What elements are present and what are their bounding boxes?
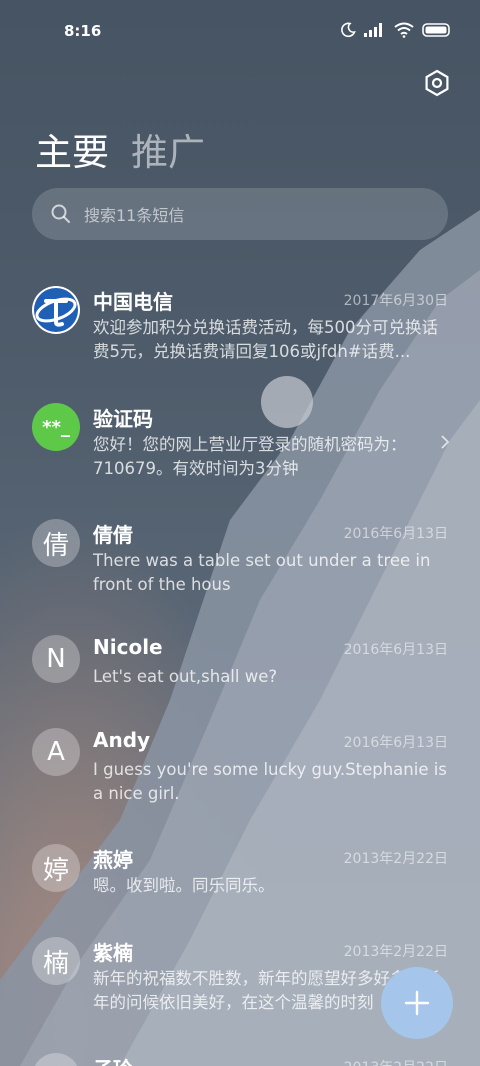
message-date: 2016年6月13日 (343, 526, 448, 542)
tab-main[interactable]: 主要 (35, 122, 109, 176)
conversation-item[interactable]: **_ 验证码 您好！您的网上营业厅登录的随机密码为：710679。有效时间为3… (0, 403, 480, 493)
china-telecom-logo-icon (32, 286, 80, 334)
message-preview: There was a table set out under a tree i… (93, 551, 431, 594)
contact-avatar: 倩 (32, 519, 80, 567)
status-icons (340, 22, 452, 38)
contact-name: 验证码 (93, 407, 153, 431)
contact-avatar: 玲 (32, 1053, 80, 1066)
plus-icon (404, 990, 430, 1016)
message-date: 2013年2月22日 (343, 944, 448, 960)
contact-avatar: 婷 (32, 844, 80, 892)
tab-promotions[interactable]: 推广 (131, 122, 205, 176)
category-tabs: 主要 推广 (35, 122, 205, 176)
message-date: 2016年6月13日 (343, 735, 448, 751)
contact-name: 燕婷 (93, 848, 133, 872)
battery-icon (422, 23, 450, 37)
contact-name: Nicole (93, 635, 163, 659)
do-not-disturb-moon-icon (341, 22, 356, 38)
message-preview: 欢迎参加积分兑换话费活动，每500分可兑换话费5元，兑换话费请回复106或jfd… (93, 318, 438, 361)
message-date: 2017年6月30日 (343, 293, 448, 309)
contact-name: 子玲 (93, 1053, 133, 1066)
contact-avatar: N (32, 635, 80, 683)
conversation-item[interactable]: 玲 子玲 2013年2月22日 (0, 1053, 480, 1066)
conversation-item[interactable]: N Nicole 2016年6月13日 Let's eat out,shall … (0, 635, 480, 705)
conversation-item[interactable]: 中国电信 2017年6月30日 欢迎参加积分兑换话费活动，每500分可兑换话费5… (0, 286, 480, 376)
wifi-icon (394, 22, 414, 38)
message-preview: 您好！您的网上营业厅登录的随机密码为：710679。有效时间为3分钟 (93, 435, 407, 478)
message-date: 2013年2月22日 (343, 851, 448, 867)
contact-name: 中国电信 (93, 290, 173, 314)
signal-icon (364, 23, 382, 37)
chevron-right-icon[interactable] (438, 433, 452, 451)
conversation-item[interactable]: A Andy 2016年6月13日 I guess you're some lu… (0, 728, 480, 818)
new-message-button[interactable] (381, 967, 453, 1039)
message-preview: I guess you're some lucky guy.Stephanie … (93, 760, 447, 803)
contact-name: 倩倩 (93, 523, 133, 547)
status-time: 8:16 (64, 22, 102, 40)
message-date: 2016年6月13日 (343, 642, 448, 658)
contact-name: Andy (93, 728, 151, 752)
contact-avatar: A (32, 728, 80, 776)
contact-name: 紫楠 (93, 941, 133, 965)
conversation-item[interactable]: 倩 倩倩 2016年6月13日 There was a table set ou… (0, 519, 480, 609)
search-icon (51, 204, 70, 223)
conversation-item[interactable]: 婷 燕婷 2013年2月22日 嗯。收到啦。同乐同乐。 (0, 844, 480, 914)
status-bar: 8:16 (0, 0, 480, 64)
search-placeholder: 搜索11条短信 (84, 206, 185, 225)
message-date: 2013年2月22日 (344, 1057, 448, 1066)
contact-avatar: 楠 (32, 937, 80, 985)
verification-code-avatar: **_ (32, 403, 80, 451)
search-bar[interactable]: 搜索11条短信 (32, 188, 448, 240)
message-preview: Let's eat out,shall we? (93, 667, 278, 686)
message-preview: 嗯。收到啦。同乐同乐。 (93, 876, 275, 895)
settings-gear-icon[interactable] (422, 68, 452, 98)
